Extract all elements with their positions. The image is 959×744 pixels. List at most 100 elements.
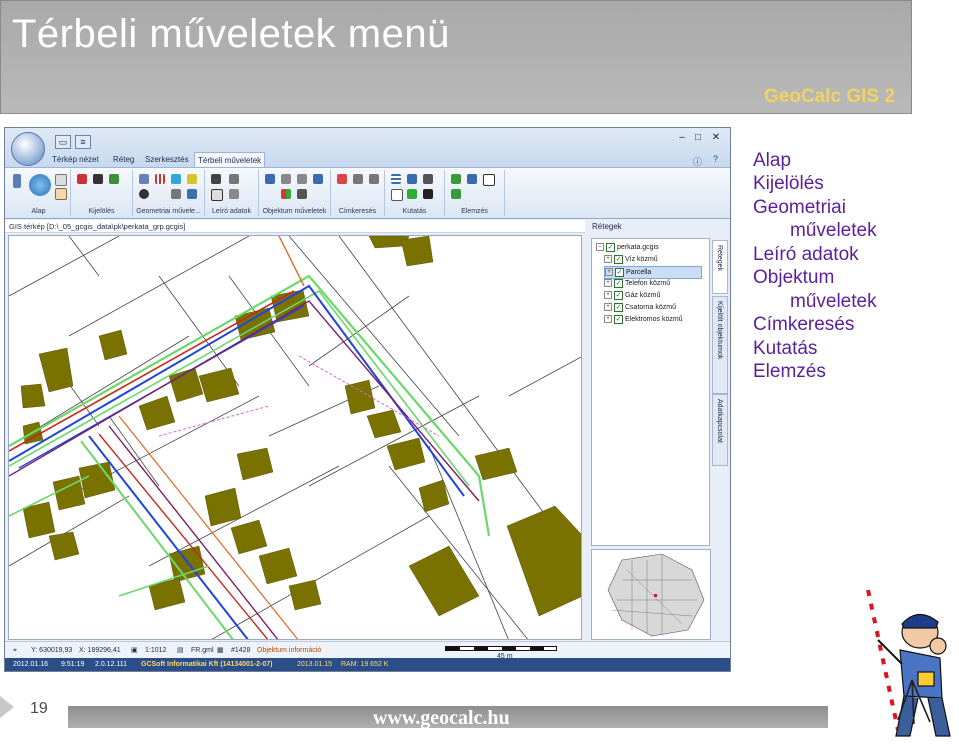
menu-item-elemzes: Elemzés xyxy=(753,361,826,382)
expand-icon[interactable]: + xyxy=(604,255,612,264)
expand-icon[interactable]: + xyxy=(604,315,612,324)
csv-icon[interactable] xyxy=(211,189,223,201)
overview-map[interactable] xyxy=(591,549,711,640)
object-icon[interactable] xyxy=(265,174,275,184)
layer-root[interactable]: – ✓ perkata.gcgis xyxy=(596,242,659,253)
ribbon-group-label: Leíró adatok xyxy=(212,208,251,215)
object-copy-icon[interactable] xyxy=(281,174,291,184)
scale-icon: ▣ xyxy=(131,647,138,654)
ribbon-group-cimkereses[interactable]: Címkeresés xyxy=(331,170,385,216)
side-tab-kijelolt[interactable]: Kijelölt objektumok xyxy=(712,296,728,394)
side-tab-adatkapcsolat[interactable]: Adatkapcsolat xyxy=(712,394,728,466)
tab-terbeli-muveletek[interactable]: Térbeli műveletek xyxy=(194,152,266,168)
open-folder-icon[interactable]: ▭ xyxy=(55,135,71,149)
sum-icon[interactable] xyxy=(391,189,403,201)
map-canvas[interactable] xyxy=(8,235,582,640)
select-icon[interactable] xyxy=(77,174,87,184)
scale-value[interactable]: 1:1012 xyxy=(145,642,166,659)
intersect-icon[interactable] xyxy=(139,189,149,199)
layer-item[interactable]: + ✓ Gáz közmű xyxy=(604,290,660,301)
ribbon-group-label: Kijelölés xyxy=(88,208,115,215)
checkbox-icon[interactable]: ✓ xyxy=(615,267,624,277)
color-icon[interactable] xyxy=(281,189,291,199)
ribbon-group-label: Elemzés xyxy=(461,208,488,215)
ribbon-group-alap[interactable]: Alap xyxy=(7,170,71,216)
union-icon[interactable] xyxy=(187,174,197,184)
grid-icon[interactable] xyxy=(155,174,165,184)
layer-item[interactable]: + ✓ Csatorna közmű xyxy=(604,302,676,313)
slide-arrow-icon xyxy=(0,696,14,718)
report-icon[interactable] xyxy=(467,174,477,184)
ribbon-group-label: Kutatás xyxy=(402,208,427,215)
layer-item[interactable]: + ✓ Elektromos közmű xyxy=(604,314,683,325)
cursor-icon[interactable] xyxy=(423,189,433,199)
ribbon-group-objektum[interactable]: Objektum műveletek xyxy=(259,170,331,216)
house-number-icon[interactable] xyxy=(369,174,379,184)
expand-icon[interactable]: + xyxy=(604,303,612,312)
object-paste-icon[interactable] xyxy=(297,174,307,184)
layers-icon[interactable]: ≡ xyxy=(75,135,91,149)
object-delete-icon[interactable] xyxy=(297,189,307,199)
ribbon-group-kutatas[interactable]: Kutatás xyxy=(385,170,445,216)
ribbon-group-elemzes[interactable]: Elemzés xyxy=(445,170,505,216)
side-tab-retegek[interactable]: Rétegek xyxy=(712,240,728,294)
merge-icon[interactable] xyxy=(187,189,197,199)
analysis-icon[interactable] xyxy=(451,189,461,199)
expand-icon[interactable]: + xyxy=(604,291,612,300)
ribbon-group-leiro-adatok[interactable]: Leíró adatok xyxy=(205,170,259,216)
side-tab-label: Kijelölt objektumok xyxy=(716,301,723,360)
ribbon-group-kijeloles[interactable]: Kijelölés xyxy=(71,170,133,216)
street-icon[interactable] xyxy=(353,174,363,184)
buffer-icon[interactable] xyxy=(139,174,149,184)
pointer-icon[interactable] xyxy=(55,174,67,186)
checkbox-icon[interactable]: ✓ xyxy=(614,254,623,264)
info-icon[interactable]: ? xyxy=(713,154,718,164)
chart-icon[interactable] xyxy=(451,174,461,184)
expand-icon[interactable]: + xyxy=(604,279,612,288)
menu-item-geometriai-2: műveletek xyxy=(790,220,877,241)
zoom-icon[interactable] xyxy=(423,174,433,184)
globe-icon[interactable] xyxy=(29,174,51,196)
polygon-icon[interactable] xyxy=(171,174,181,184)
object-edit-icon[interactable] xyxy=(313,174,323,184)
filter-icon[interactable] xyxy=(407,189,417,199)
footer-url[interactable]: www.geocalc.hu xyxy=(373,707,510,730)
tab-reteg[interactable]: Réteg xyxy=(110,152,137,167)
checkbox-icon[interactable]: ✓ xyxy=(606,242,615,252)
no-data-icon[interactable] xyxy=(229,174,239,184)
checkbox-icon[interactable]: ✓ xyxy=(614,314,623,324)
checkbox-icon[interactable]: ✓ xyxy=(614,302,623,312)
expand-icon[interactable]: + xyxy=(605,268,613,277)
ribbon-group-geometriai[interactable]: Geometriai művele... xyxy=(133,170,205,216)
menu-item-geometriai: Geometriai xyxy=(753,197,846,218)
page-number: 19 xyxy=(30,700,48,717)
search-grid-icon[interactable] xyxy=(391,174,401,184)
table-icon[interactable] xyxy=(211,174,221,184)
select-layer-icon[interactable] xyxy=(109,174,119,184)
minimize-button[interactable]: – xyxy=(675,132,689,144)
info-icon[interactable] xyxy=(13,174,21,188)
select-arrow-icon[interactable] xyxy=(93,174,103,184)
date: 2012.01.16 xyxy=(13,661,49,668)
layer-item[interactable]: + ✓ Víz közmű xyxy=(604,254,658,265)
export-icon[interactable] xyxy=(229,189,239,199)
function-icon[interactable] xyxy=(483,174,495,186)
menu-item-alap: Alap xyxy=(753,150,792,171)
split-icon[interactable] xyxy=(171,189,181,199)
collapse-icon[interactable]: – xyxy=(596,243,604,252)
checkbox-icon[interactable]: ✓ xyxy=(614,290,623,300)
maximize-button[interactable]: □ xyxy=(691,132,705,144)
document-path: GIS térkép [D:\_05_gcgis_data\pk\perkata… xyxy=(5,220,585,233)
tab-terkep-nezet[interactable]: Térkép nézet xyxy=(49,152,102,167)
menu-item-cimkereses: Címkeresés xyxy=(753,314,855,335)
layer-item[interactable]: + ✓ Telefon közmű xyxy=(604,278,670,289)
checkbox-icon[interactable]: ✓ xyxy=(614,278,623,288)
close-button[interactable]: ✕ xyxy=(709,132,723,144)
query-icon[interactable] xyxy=(407,174,417,184)
ribbon-group-label: Geometriai művele... xyxy=(136,208,201,215)
app-menu-button[interactable] xyxy=(11,132,45,166)
layers-panel: – ✓ perkata.gcgis + ✓ Víz közmű + ✓ Parcella +… xyxy=(591,238,710,546)
hand-icon[interactable] xyxy=(55,188,67,200)
address-icon[interactable] xyxy=(337,174,347,184)
tab-szerkesztes[interactable]: Szerkesztés xyxy=(142,152,192,167)
